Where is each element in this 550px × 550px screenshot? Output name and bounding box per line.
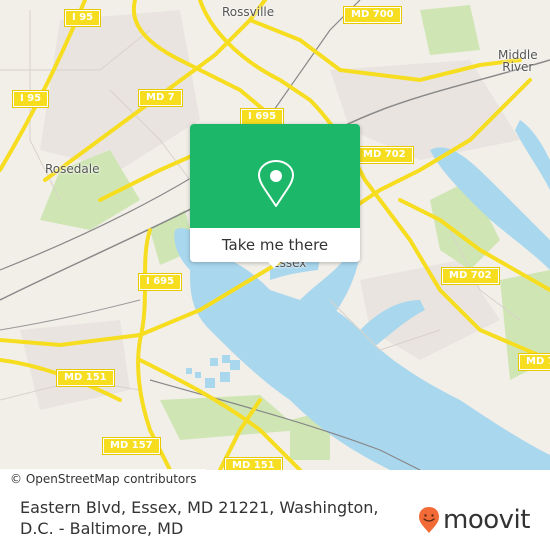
- road-shield-md702: MD 702: [355, 146, 414, 164]
- address-text: Eastern Blvd, Essex, MD 21221, Washingto…: [20, 498, 379, 538]
- popup-header[interactable]: [190, 124, 360, 228]
- road-shield-md7: MD 7: [518, 353, 550, 371]
- road-shield-i95: I 95: [11, 90, 50, 108]
- place-label-rossville: Rossville: [222, 5, 275, 19]
- map-attribution[interactable]: © OpenStreetMap contributors: [0, 469, 207, 489]
- road-shield-md702: MD 702: [441, 267, 500, 285]
- location-popup[interactable]: Take me there: [190, 124, 360, 268]
- place-label-middle-river: Middle River: [498, 48, 538, 74]
- road-shield-md700: MD 700: [343, 6, 402, 24]
- road-shield-md151: MD 151: [56, 369, 115, 387]
- location-pin-icon: [258, 160, 294, 207]
- road-shield-md7: MD 7: [138, 89, 183, 107]
- moovit-wordmark: moovit: [443, 505, 530, 535]
- popup-pointer: [266, 260, 282, 268]
- place-label-rosedale: Rosedale: [45, 162, 100, 176]
- map[interactable]: Rossville Middle River Rosedale Essex I …: [0, 0, 550, 470]
- road-shield-md151: MD 151: [224, 457, 283, 470]
- road-shield-i95: I 95: [63, 9, 102, 27]
- road-shield-i695: I 695: [137, 273, 183, 291]
- moovit-smiley-pin-icon: [419, 507, 439, 533]
- take-me-there-button[interactable]: Take me there: [190, 228, 360, 262]
- moovit-logo[interactable]: moovit: [418, 505, 530, 535]
- road-shield-md157: MD 157: [102, 437, 161, 455]
- road-shield-i695: I 695: [239, 108, 285, 126]
